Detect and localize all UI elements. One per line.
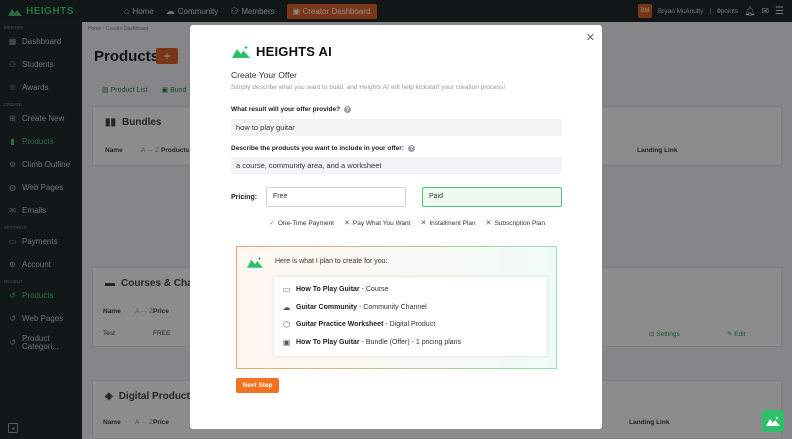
option-label: Installment Plan <box>429 219 476 227</box>
next-step-button[interactable]: Next Step <box>236 378 279 393</box>
option-label: Pay What You Want <box>352 219 411 227</box>
option-subscription-plan[interactable]: ✕ Subscription Plan <box>485 219 546 228</box>
heights-ai-launcher-button[interactable] <box>762 410 784 432</box>
plan-item-detail: - Course <box>359 286 389 294</box>
close-icon[interactable]: ✕ <box>586 31 595 44</box>
question-text: What result will your offer provide? <box>231 106 341 113</box>
help-icon[interactable]: ? <box>408 145 415 152</box>
modal-subtitle: Simply describe what you want to build, … <box>231 84 506 91</box>
plan-item-name: How To Play Guitar <box>296 338 360 346</box>
ai-plan-panel: Here is what I plan to create for you: ▭… <box>236 246 557 369</box>
option-label: One-Time Payment <box>277 219 334 227</box>
box-icon: ⬡ <box>283 320 290 330</box>
heights-ai-logo-icon <box>232 45 250 58</box>
plan-item-name: How To Play Guitar <box>296 286 360 294</box>
plan-item-detail: - Digital Product <box>383 321 436 329</box>
option-label: Subscription Plan <box>494 219 546 227</box>
pricing-free-option[interactable]: Free <box>266 187 406 207</box>
plan-item-worksheet: ⬡ Guitar Practice Worksheet - Digital Pr… <box>282 316 539 334</box>
plan-item-community: ☁ Guitar Community - Community Channel <box>282 299 539 317</box>
heights-ai-header: HEIGHTS AI <box>232 44 332 59</box>
community-icon: ☁ <box>282 302 291 312</box>
plan-item-detail: - Community Channel <box>357 303 427 311</box>
option-one-time-payment[interactable]: ✓ One-Time Payment <box>269 219 334 228</box>
help-icon[interactable]: ? <box>344 106 352 113</box>
products-question-label: Describe the products you want to includ… <box>231 145 415 152</box>
modal-title: Create Your Offer <box>231 70 297 80</box>
payment-type-options: ✓ One-Time Payment ✕ Pay What You Want ✕ In… <box>269 219 546 228</box>
plan-item-bundle: ▣ How To Play Guitar - Bundle (Offer) - … <box>282 334 539 352</box>
pricing-label: Pricing: <box>231 194 258 201</box>
modal-brand-name: HEIGHTS AI <box>256 44 332 59</box>
check-icon: ✓ <box>269 220 275 227</box>
products-input[interactable]: a course, community area, and a workshee… <box>231 157 562 174</box>
heights-ai-plan-icon <box>247 256 263 268</box>
plan-item-name: Guitar Practice Worksheet <box>296 321 384 329</box>
plan-item-name: Guitar Community <box>296 303 358 311</box>
result-question-label: What result will your offer provide? ? <box>231 106 352 113</box>
option-pay-what-you-want[interactable]: ✕ Pay What You Want <box>344 219 411 228</box>
heights-ai-icon <box>766 416 780 426</box>
plan-items-list: ▭ How To Play Guitar - Course ☁ Guitar C… <box>274 277 547 356</box>
option-installment-plan[interactable]: ✕ Installment Plan <box>420 219 476 228</box>
folder-icon: ▭ <box>282 285 291 295</box>
bundle-icon: ▣ <box>282 337 291 347</box>
plan-item-course: ▭ How To Play Guitar - Course <box>282 281 539 299</box>
result-input[interactable]: how to play guitar <box>231 119 562 136</box>
question-text: Describe the products you want to includ… <box>231 145 404 152</box>
plan-item-detail: - Bundle (Offer) - 1 pricing plans <box>359 338 462 346</box>
create-offer-modal: ✕ HEIGHTS AI Create Your Offer Simply de… <box>190 25 602 429</box>
plan-heading: Here is what I plan to create for you: <box>275 258 388 265</box>
x-icon: ✕ <box>485 220 492 227</box>
pricing-paid-option[interactable]: Paid <box>422 187 562 207</box>
x-icon: ✕ <box>420 220 427 227</box>
x-icon: ✕ <box>344 220 350 227</box>
